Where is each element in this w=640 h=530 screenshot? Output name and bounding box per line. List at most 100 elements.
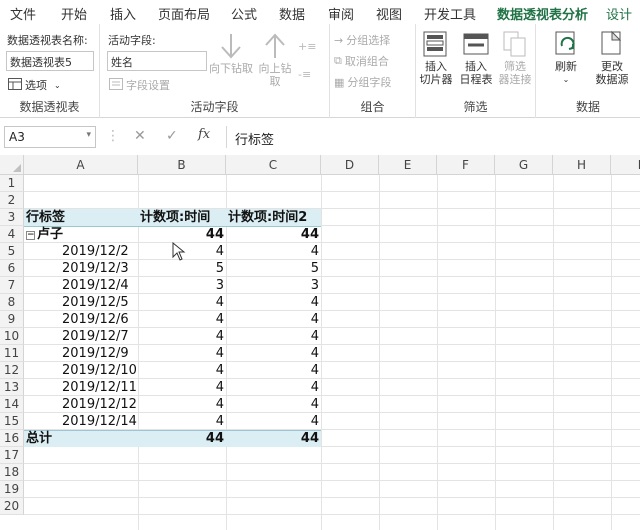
row-header[interactable]: 7 (0, 277, 24, 294)
group-row-label[interactable]: − 卢子 (26, 226, 136, 243)
name-box[interactable]: A3 ▾ (4, 126, 96, 148)
tab-insert[interactable]: 插入 (110, 4, 136, 23)
column-header-i[interactable]: I (611, 155, 640, 175)
grand-total-label[interactable]: 总计 (26, 430, 136, 447)
row-header[interactable]: 6 (0, 260, 24, 277)
cancel-icon[interactable]: ✕ (134, 128, 146, 144)
column-header-b[interactable]: B (138, 155, 226, 175)
row-header[interactable]: 19 (0, 481, 24, 498)
pivot-name-field[interactable]: 数据透视表5 (6, 51, 94, 71)
row-header[interactable]: 14 (0, 396, 24, 413)
count-time-value[interactable]: 4 (140, 294, 226, 311)
enter-icon[interactable]: ✓ (166, 128, 178, 144)
row-header[interactable]: 10 (0, 328, 24, 345)
tab-home[interactable]: 开始 (61, 4, 87, 23)
row-header[interactable]: 15 (0, 413, 24, 430)
tab-data[interactable]: 数据 (279, 4, 305, 23)
tab-design[interactable]: 设计 (606, 4, 632, 23)
expand-field-icon[interactable]: +≡ (298, 40, 316, 53)
grand-total-b[interactable]: 44 (140, 430, 226, 447)
row-header[interactable]: 11 (0, 345, 24, 362)
row-labels-header[interactable]: 行标签 ▾ (26, 209, 136, 226)
ungroup-button[interactable]: ⧉ 取消组合 (334, 53, 389, 69)
count-time2-value[interactable]: 4 (228, 311, 321, 328)
tab-formulas[interactable]: 公式 (231, 4, 257, 23)
count-time-value[interactable]: 4 (140, 396, 226, 413)
count-time2-header[interactable]: 计数项:时间2 (228, 209, 321, 226)
tab-review[interactable]: 审阅 (328, 4, 354, 23)
column-header-e[interactable]: E (379, 155, 437, 175)
date-row-label[interactable]: 2019/12/7 (62, 328, 138, 345)
count-time-value[interactable]: 4 (140, 345, 226, 362)
date-row-label[interactable]: 2019/12/14 (62, 413, 138, 430)
count-time-header[interactable]: 计数项:时间 (140, 209, 226, 226)
row-header[interactable]: 2 (0, 192, 24, 209)
active-field-input[interactable]: 姓名 (107, 51, 207, 71)
count-time-value[interactable]: 4 (140, 379, 226, 396)
group-selection-button[interactable]: → 分组选择 (334, 32, 390, 48)
worksheet-grid[interactable]: A B C D E F G H I 1 2 3 4 5 6 7 8 9 10 11 12 13 14 15 1… (0, 155, 640, 530)
insert-function-icon[interactable]: fx (198, 127, 210, 142)
count-time2-value[interactable]: 4 (228, 396, 321, 413)
count-time2-value[interactable]: 4 (228, 294, 321, 311)
tab-view[interactable]: 视图 (376, 4, 402, 23)
row-header[interactable]: 3 (0, 209, 24, 226)
column-header-c[interactable]: C (226, 155, 321, 175)
group-field-button[interactable]: ▦ 分组字段 (334, 74, 391, 90)
change-data-source-button[interactable]: 更改 数据源 (588, 30, 636, 86)
select-all-button[interactable] (0, 155, 24, 175)
row-header[interactable]: 17 (0, 447, 24, 464)
row-header[interactable]: 9 (0, 311, 24, 328)
date-row-label[interactable]: 2019/12/9 (62, 345, 138, 362)
date-row-label[interactable]: 2019/12/5 (62, 294, 138, 311)
drill-down-button[interactable]: 向下钻取 (208, 32, 254, 75)
count-time-value[interactable]: 4 (140, 328, 226, 345)
row-header[interactable]: 8 (0, 294, 24, 311)
formula-input[interactable]: 行标签 (226, 126, 640, 148)
count-time-value[interactable]: 4 (140, 311, 226, 328)
column-header-f[interactable]: F (437, 155, 495, 175)
row-header[interactable]: 20 (0, 498, 24, 515)
tab-page-layout[interactable]: 页面布局 (158, 4, 210, 23)
insert-timeline-button[interactable]: 插入 日程表 (456, 30, 496, 86)
tab-file[interactable]: 文件 (10, 4, 36, 23)
column-header-h[interactable]: H (553, 155, 611, 175)
tab-pivot-analyze[interactable]: 数据透视表分析 (497, 4, 589, 27)
date-row-label[interactable]: 2019/12/11 (62, 379, 138, 396)
grand-total-c[interactable]: 44 (228, 430, 321, 447)
date-row-label[interactable]: 2019/12/12 (62, 396, 138, 413)
row-header[interactable]: 16 (0, 430, 24, 447)
date-row-label[interactable]: 2019/12/2 (62, 243, 138, 260)
row-header[interactable]: 4 (0, 226, 24, 243)
date-row-label[interactable]: 2019/12/10 (62, 362, 138, 379)
count-time2-value[interactable]: 4 (228, 328, 321, 345)
count-time2-value[interactable]: 4 (228, 413, 321, 430)
date-row-label[interactable]: 2019/12/3 (62, 260, 138, 277)
count-time2-value[interactable]: 4 (228, 379, 321, 396)
count-time2-value[interactable]: 4 (228, 243, 321, 260)
collapse-icon[interactable]: − (26, 231, 35, 240)
filter-connections-button[interactable]: 筛选 器连接 (496, 30, 534, 86)
column-header-a[interactable]: A (24, 155, 138, 175)
row-header[interactable]: 12 (0, 362, 24, 379)
row-header[interactable]: 5 (0, 243, 24, 260)
date-row-label[interactable]: 2019/12/6 (62, 311, 138, 328)
group-total-b[interactable]: 44 (140, 226, 226, 243)
count-time-value[interactable]: 4 (140, 413, 226, 430)
count-time2-value[interactable]: 4 (228, 345, 321, 362)
count-time2-value[interactable]: 5 (228, 260, 321, 277)
count-time-value[interactable]: 4 (140, 362, 226, 379)
column-header-g[interactable]: G (495, 155, 553, 175)
refresh-button[interactable]: 刷新 ⌄ (544, 30, 588, 86)
date-row-label[interactable]: 2019/12/4 (62, 277, 138, 294)
row-header[interactable]: 1 (0, 175, 24, 192)
options-button[interactable]: 选项 ⌄ (8, 77, 61, 93)
row-header[interactable]: 18 (0, 464, 24, 481)
drill-up-button[interactable]: 向上钻 取 (256, 32, 294, 88)
count-time-value[interactable]: 3 (140, 277, 226, 294)
tab-developer[interactable]: 开发工具 (424, 4, 476, 23)
insert-slicer-button[interactable]: 插入 切片器 (418, 30, 454, 86)
count-time-value[interactable]: 5 (140, 260, 226, 277)
field-settings-button[interactable]: 字段设置 (109, 77, 170, 93)
row-header[interactable]: 13 (0, 379, 24, 396)
